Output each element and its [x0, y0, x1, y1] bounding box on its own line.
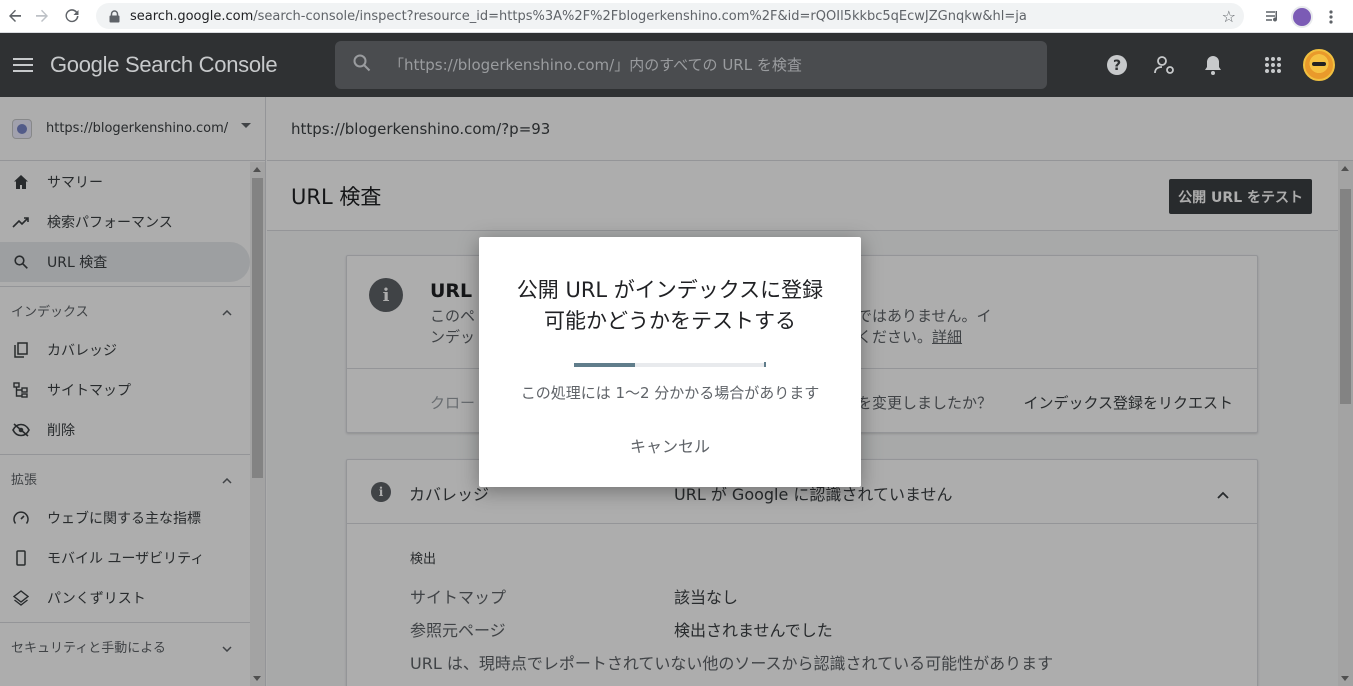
forward-icon[interactable]: [27, 1, 57, 31]
queue-music-icon[interactable]: [1261, 5, 1285, 29]
inspect-search-box[interactable]: [335, 41, 1047, 89]
header-actions: ?: [1093, 33, 1353, 97]
apps-grid-icon[interactable]: [1249, 41, 1297, 89]
dialog-title: 公開 URL がインデックスに登録 可能かどうかをテストする: [479, 275, 861, 337]
manage-users-icon[interactable]: [1141, 41, 1189, 89]
account-avatar[interactable]: [1303, 49, 1335, 81]
search-icon: [353, 54, 371, 76]
reload-icon[interactable]: [57, 1, 87, 31]
dialog-message: この処理には 1〜2 分かかる場合があります: [520, 384, 820, 402]
live-test-dialog: 公開 URL がインデックスに登録 可能かどうかをテストする この処理には 1〜…: [479, 237, 861, 487]
address-bar[interactable]: search.google.com/search-console/inspect…: [96, 3, 1244, 29]
browser-actions: [1261, 0, 1353, 33]
app-logo[interactable]: Google Search Console: [50, 52, 278, 78]
menu-icon[interactable]: [0, 33, 46, 97]
inspect-url-input[interactable]: [389, 56, 989, 74]
lock-icon: [106, 8, 122, 24]
cancel-button[interactable]: キャンセル: [620, 432, 720, 458]
dialog-title-line-2: 可能かどうかをテストする: [544, 309, 796, 333]
svg-text:?: ?: [1113, 58, 1121, 74]
url-host: search.google.com: [130, 8, 254, 24]
browser-profile-avatar[interactable]: [1291, 5, 1313, 28]
progress-bar: [574, 362, 766, 367]
back-icon[interactable]: [0, 1, 30, 31]
dialog-title-line-1: 公開 URL がインデックスに登録: [516, 278, 824, 302]
progress-endcap: [764, 362, 766, 367]
more-vert-icon[interactable]: [1319, 5, 1343, 29]
progress-fill: [574, 363, 636, 367]
bookmark-star-icon[interactable]: ☆: [1222, 7, 1236, 26]
notifications-icon[interactable]: [1189, 41, 1237, 89]
url-path: /search-console/inspect?resource_id=http…: [253, 8, 1027, 24]
browser-toolbar: search.google.com/search-console/inspect…: [0, 0, 1353, 33]
app-header: Google Search Console ?: [0, 33, 1353, 97]
help-icon[interactable]: ?: [1093, 41, 1141, 89]
